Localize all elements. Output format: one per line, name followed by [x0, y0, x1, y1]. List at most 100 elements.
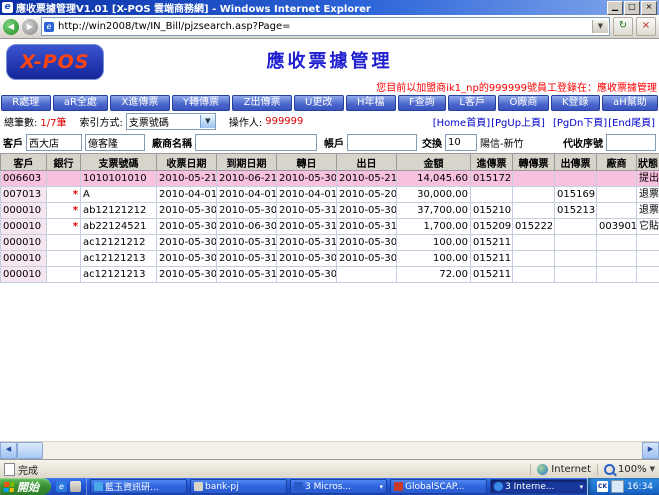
- exchange-input[interactable]: [445, 134, 477, 151]
- document-icon: [4, 463, 15, 476]
- cell-due-date: 2010-05-30: [217, 203, 277, 219]
- menu-button-out-voucher[interactable]: Z出傳票: [232, 95, 291, 111]
- status-bar: 完成 Internet 100% ▼: [0, 459, 659, 478]
- vendor-name-input[interactable]: [195, 134, 317, 151]
- taskbar-group-internet-explorer[interactable]: 3 Interne... ▾: [490, 479, 587, 494]
- taskbar-item-bankpj[interactable]: bank-pj: [190, 479, 287, 494]
- table-row[interactable]: 000010ac121212132010-05-302010-05-312010…: [1, 267, 659, 283]
- table-row[interactable]: 00660310101010102010-05-212010-06-212010…: [1, 171, 659, 187]
- index-mode-label: 索引方式:: [79, 114, 122, 129]
- chevron-down-icon[interactable]: ▼: [200, 115, 215, 128]
- flag-asterisk: *: [73, 188, 78, 202]
- cell-amount: 37,700.00: [397, 203, 471, 219]
- menu-button-modify[interactable]: U更改: [294, 95, 344, 111]
- minimize-button[interactable]: ▁: [607, 1, 623, 15]
- maximize-button[interactable]: □: [624, 1, 640, 15]
- scrollbar-track[interactable]: [43, 442, 642, 459]
- index-mode-select[interactable]: 支票號碼 ▼: [126, 113, 216, 130]
- close-button[interactable]: ×: [641, 1, 657, 15]
- tray-ime-icon[interactable]: [611, 480, 624, 493]
- cell-out-date: 2010-05-21: [337, 171, 397, 187]
- menu-button-all-process[interactable]: aR全處: [53, 95, 109, 111]
- ie-window-icon: e: [2, 2, 13, 13]
- cell-status: 提出: [637, 171, 659, 187]
- menu-button-help[interactable]: aH幫助: [602, 95, 658, 111]
- cell-due-date: 2010-05-31: [217, 235, 277, 251]
- internet-globe-icon: [537, 464, 548, 475]
- exchange-label: 交換: [422, 135, 442, 150]
- cell-due-date: 2010-06-21: [217, 171, 277, 187]
- menu-button-in-voucher[interactable]: X進傳票: [110, 95, 169, 111]
- home-page-link[interactable]: [Home首頁]: [433, 114, 490, 129]
- menu-button-customer[interactable]: L客戶: [448, 95, 496, 111]
- quick-launch-ie-icon[interactable]: e: [56, 481, 67, 492]
- tray-ck-icon[interactable]: CK: [597, 481, 608, 492]
- refresh-button[interactable]: ↻: [613, 17, 633, 36]
- cell-receive-date: 2010-05-30: [157, 219, 217, 235]
- cell-customer: 000010: [1, 235, 47, 251]
- address-bar: ◀ ▶ e ▼ ↻ ×: [0, 15, 659, 39]
- customer-name-input[interactable]: [85, 134, 145, 151]
- cell-status: [637, 251, 659, 267]
- status-text-group: 完成: [4, 462, 38, 477]
- cell-status: 退票: [637, 203, 659, 219]
- show-desktop-icon[interactable]: [70, 481, 81, 492]
- start-label: 開始: [17, 479, 39, 495]
- menu-button-login[interactable]: K登錄: [551, 95, 600, 111]
- cell-transfer-voucher: [513, 171, 555, 187]
- taskbar-item-lanyu[interactable]: 藍玉資訊研...: [90, 479, 187, 494]
- account-input[interactable]: [347, 134, 417, 151]
- menu-button-query[interactable]: F查詢: [398, 95, 446, 111]
- collect-serial-label: 代收序號: [563, 135, 603, 150]
- vendor-name-label: 廠商名稱: [152, 135, 192, 150]
- title-bar[interactable]: e 應收票據管理V1.01 [X-POS 雲端商務網] - Windows In…: [0, 0, 659, 15]
- taskbar-item-globalscape[interactable]: GlobalSCAP...: [390, 479, 487, 494]
- table-row[interactable]: 000010ac121212132010-05-302010-05-312010…: [1, 251, 659, 267]
- scroll-left-icon[interactable]: ◀: [0, 442, 17, 459]
- flag-asterisk: *: [73, 204, 78, 218]
- cell-out-date: 2010-05-30: [337, 235, 397, 251]
- forward-button[interactable]: ▶: [22, 19, 38, 35]
- cell-bank: [47, 171, 81, 187]
- cell-amount: 100.00: [397, 235, 471, 251]
- scrollbar-thumb[interactable]: [17, 442, 43, 459]
- cell-transfer-date: 2010-05-30: [277, 267, 337, 283]
- cell-bank: *: [47, 187, 81, 203]
- xpos-logo: X-POS: [6, 44, 104, 80]
- cell-due-date: 2010-04-01: [217, 187, 277, 203]
- cell-amount: 100.00: [397, 251, 471, 267]
- address-input[interactable]: [56, 19, 590, 34]
- menu-button-process[interactable]: R處理: [1, 95, 51, 111]
- table-row[interactable]: 007013*A2010-04-012010-04-012010-04-0120…: [1, 187, 659, 203]
- taskbar-item-label: GlobalSCAP...: [405, 482, 464, 492]
- start-button[interactable]: 開始: [0, 478, 51, 495]
- taskbar-item-label: 3 Interne...: [505, 482, 554, 492]
- menu-button-year-file[interactable]: H年檔: [346, 95, 396, 111]
- end-page-link[interactable]: [End尾頁]: [608, 114, 655, 129]
- menu-button-vendor[interactable]: O廠商: [498, 95, 548, 111]
- collect-serial-input[interactable]: [606, 134, 656, 151]
- address-field[interactable]: e ▼: [41, 17, 610, 36]
- page-down-link[interactable]: [PgDn下頁]: [553, 114, 607, 129]
- browser-window: e 應收票據管理V1.01 [X-POS 雲端商務網] - Windows In…: [0, 0, 659, 495]
- horizontal-scrollbar[interactable]: ◀ ▶: [0, 441, 659, 459]
- cell-check-no: ac12121213: [81, 267, 157, 283]
- cell-vendor: [597, 235, 637, 251]
- zoom-dropdown-icon[interactable]: ▼: [650, 465, 655, 473]
- address-dropdown-icon[interactable]: ▼: [592, 20, 608, 33]
- page-title: 應收票據管理: [140, 47, 519, 73]
- table-row[interactable]: 000010ac121212122010-05-302010-05-312010…: [1, 235, 659, 251]
- customer-code-input[interactable]: [26, 134, 82, 151]
- zoom-control[interactable]: 100% ▼: [597, 464, 655, 475]
- back-button[interactable]: ◀: [3, 19, 19, 35]
- taskbar-clock[interactable]: 16:34: [627, 482, 653, 492]
- page-up-link[interactable]: [PgUp上頁]: [491, 114, 545, 129]
- cell-out-voucher: [555, 219, 597, 235]
- table-row[interactable]: 000010*ab221245212010-05-302010-06-30201…: [1, 219, 659, 235]
- taskbar-group-microsoft[interactable]: 3 Micros... ▾: [290, 479, 387, 494]
- account-label: 帳戶: [324, 135, 344, 150]
- menu-button-transfer-voucher[interactable]: Y轉傳票: [172, 95, 231, 111]
- table-row[interactable]: 000010*ab121212122010-05-302010-05-30201…: [1, 203, 659, 219]
- stop-button[interactable]: ×: [636, 17, 656, 36]
- scroll-right-icon[interactable]: ▶: [642, 442, 659, 459]
